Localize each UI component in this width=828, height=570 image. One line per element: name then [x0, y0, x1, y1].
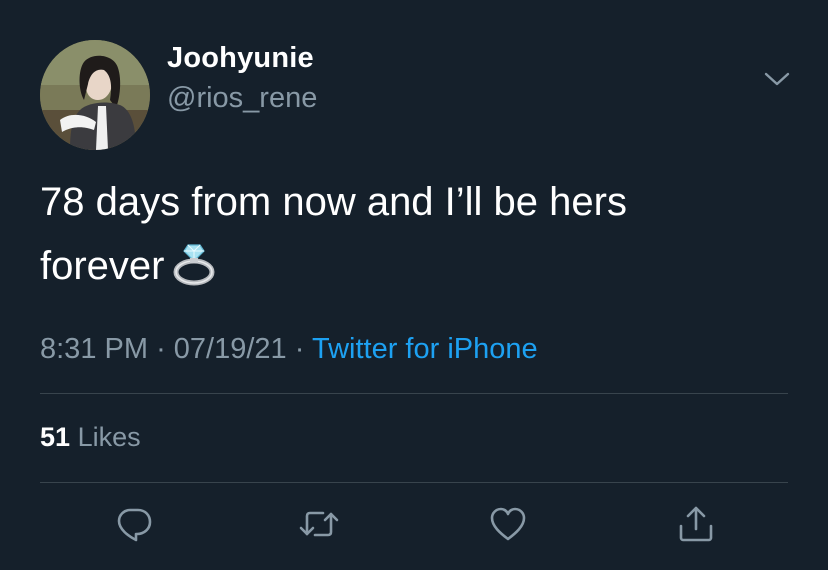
avatar-photo — [40, 40, 150, 150]
like-button[interactable] — [486, 502, 530, 546]
divider — [40, 393, 788, 394]
heart-icon — [490, 507, 526, 541]
tweet-text-line: forever — [40, 234, 790, 306]
reply-button[interactable] — [112, 502, 156, 546]
tweet-text-word: forever — [40, 244, 165, 288]
tweet-source-link[interactable]: Twitter for iPhone — [312, 333, 538, 365]
user-handle[interactable]: @rios_rene — [167, 82, 317, 115]
reply-icon — [117, 508, 152, 542]
likes-label: Likes — [77, 422, 141, 452]
retweet-icon — [299, 511, 339, 537]
divider — [40, 482, 788, 483]
tweet-time[interactable]: 8:31 PM — [40, 333, 148, 365]
chevron-down-icon[interactable] — [760, 62, 794, 96]
retweet-button[interactable] — [297, 502, 341, 546]
tweet-meta: 8:31 PM · 07/19/21 · Twitter for iPhone — [40, 333, 538, 366]
likes-count: 51 — [40, 422, 71, 452]
tweet-text-line: 78 days from now and I’ll be hers — [40, 180, 627, 224]
tweet-text: 78 days from now and I’ll be hers foreve… — [40, 170, 790, 306]
meta-separator: · — [294, 333, 305, 365]
avatar[interactable] — [40, 40, 150, 150]
share-icon — [679, 506, 713, 542]
meta-separator: · — [156, 333, 166, 365]
tweet-card: Joohyunie @rios_rene 78 days from now an… — [0, 0, 828, 570]
tweet-date[interactable]: 07/19/21 — [174, 333, 287, 365]
likes-stat[interactable]: 51 Likes — [40, 422, 141, 453]
display-name[interactable]: Joohyunie — [167, 42, 314, 75]
share-button[interactable] — [674, 502, 718, 546]
ring-emoji-icon — [171, 241, 217, 306]
